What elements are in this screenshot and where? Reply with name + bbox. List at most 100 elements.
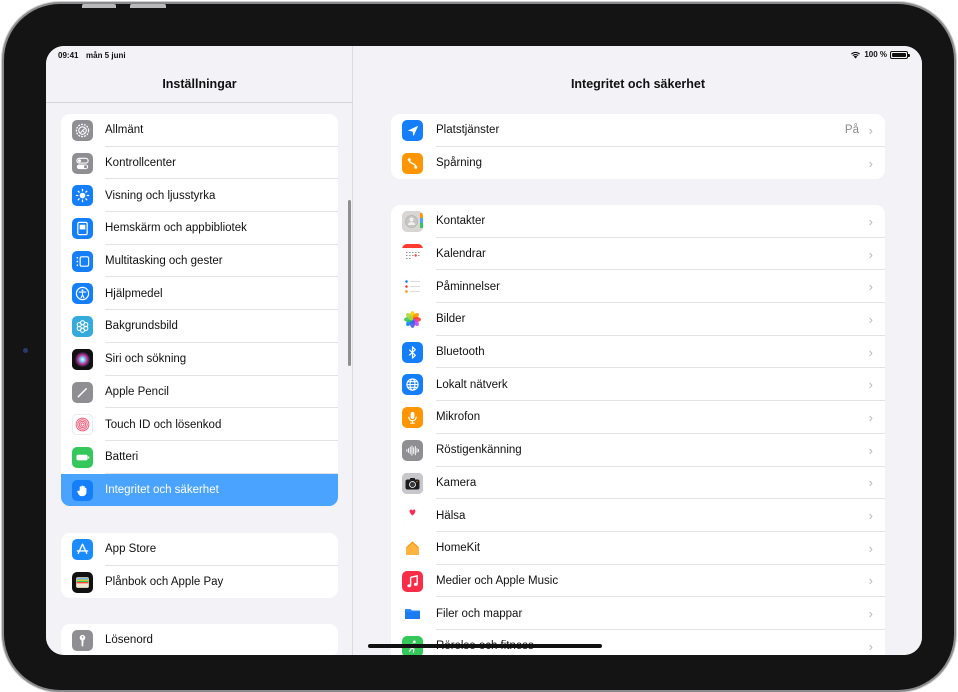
- multitasking-icon: [72, 250, 93, 272]
- detail-pane: 100 % Integritet och säkerhet Platstjäns…: [354, 46, 922, 655]
- ipad-device-frame: 09:41 mån 5 juni Inställningar Allmänt Ko…: [4, 4, 954, 690]
- detail-item-kontakter[interactable]: Kontakter ›: [391, 205, 885, 238]
- detail-item-label: Röstigenkänning: [436, 444, 522, 457]
- detail-item-medier-och-apple-music[interactable]: Medier och Apple Music ›: [391, 565, 885, 598]
- sidebar-item-label: Bakgrundsbild: [105, 320, 178, 333]
- fingerprint-icon: [72, 414, 93, 436]
- volume-up-button: [82, 4, 116, 8]
- house-icon: [402, 537, 423, 559]
- sidebar-item-label: Visning och ljusstyrka: [105, 189, 216, 202]
- sidebar-item-multitasking-och-gester[interactable]: Multitasking och gester: [61, 245, 338, 278]
- detail-group-location: Platstjänster På › Spårning ›: [391, 114, 885, 180]
- sidebar-item-label: Batteri: [105, 451, 139, 464]
- detail-item-label: Medier och Apple Music: [436, 574, 559, 587]
- sidebar-item-hemskarm-och-appbibliotek[interactable]: Hemskärm och appbibliotek: [61, 212, 338, 245]
- detail-item-kamera[interactable]: Kamera ›: [391, 467, 885, 500]
- sidebar-item-apple-pencil[interactable]: Apple Pencil: [61, 376, 338, 409]
- home-indicator[interactable]: [368, 644, 602, 648]
- status-time: 09:41: [58, 51, 79, 60]
- sidebar-item-app-store[interactable]: App Store: [61, 533, 338, 566]
- toggles-icon: [72, 152, 93, 174]
- detail-item-label: Kontakter: [436, 215, 486, 228]
- sidebar-item-label: Lösenord: [105, 634, 153, 647]
- sidebar-item-kontrollcenter[interactable]: Kontrollcenter: [61, 147, 338, 180]
- waveform-icon: [402, 439, 423, 461]
- folder-icon: [402, 603, 423, 625]
- sidebar-item-hjalpmedel[interactable]: Hjälpmedel: [61, 277, 338, 311]
- detail-item-label: Hälsa: [436, 509, 466, 522]
- detail-item-label: Filer och mappar: [436, 607, 523, 620]
- sidebar-item-batteri[interactable]: Batteri: [61, 441, 338, 474]
- detail-item-rostigenkanning[interactable]: Röstigenkänning ›: [391, 434, 885, 467]
- sidebar-item-siri-och-sokning[interactable]: Siri och sökning: [61, 343, 338, 376]
- wifi-icon: [850, 51, 861, 59]
- detail-group-permissions: Kontakter › Kalendrar › Påminnelser › Bilder › B…: [391, 205, 885, 655]
- camera-icon: [402, 472, 423, 494]
- sidebar-title: Inställningar: [162, 77, 237, 91]
- chevron-right-icon: ›: [868, 377, 873, 393]
- sidebar-item-losenord[interactable]: Lösenord: [61, 624, 338, 655]
- detail-item-sparning[interactable]: Spårning ›: [391, 147, 885, 180]
- detail-item-label: Spårning: [436, 157, 483, 170]
- battery-icon: [72, 446, 93, 468]
- detail-item-filer-och-mappar[interactable]: Filer och mappar ›: [391, 597, 885, 630]
- sidebar-group-passwords: Lösenord: [61, 624, 338, 655]
- heart-icon: [402, 505, 423, 527]
- sidebar-item-visning-och-ljusstyrka[interactable]: Visning och ljusstyrka: [61, 179, 338, 213]
- contacts-icon: [402, 211, 423, 232]
- sidebar-item-label: Touch ID och lösenkod: [105, 418, 222, 431]
- battery-percentage: 100 %: [864, 50, 887, 59]
- calendar-icon: [402, 243, 423, 265]
- detail-item-paminnelser[interactable]: Påminnelser ›: [391, 270, 885, 304]
- sidebar-item-touch-id-och-losenkod[interactable]: Touch ID och lösenkod: [61, 408, 338, 441]
- key-icon: [72, 630, 93, 651]
- microphone-icon: [402, 407, 423, 429]
- front-camera: [23, 348, 28, 353]
- detail-item-mikrofon[interactable]: Mikrofon ›: [391, 401, 885, 434]
- chevron-right-icon: ›: [868, 606, 873, 622]
- detail-item-homekit[interactable]: HomeKit ›: [391, 532, 885, 565]
- battery-icon: [890, 50, 910, 59]
- detail-item-rorelse-och-fitness[interactable]: Rörelse och fitness›: [391, 630, 885, 655]
- app-store-icon: [72, 539, 93, 560]
- sidebar-item-label: Plånbok och Apple Pay: [105, 576, 224, 589]
- sidebar-item-bakgrundsbild[interactable]: Bakgrundsbild: [61, 310, 338, 343]
- chevron-right-icon: ›: [868, 409, 873, 425]
- music-note-icon: [402, 570, 423, 592]
- sidebar-item-planbok-och-apple-pay[interactable]: Plånbok och Apple Pay: [61, 566, 338, 599]
- sidebar-scrollbar[interactable]: [348, 200, 351, 366]
- detail-item-lokalt-natverk[interactable]: Lokalt nätverk ›: [391, 368, 885, 402]
- detail-item-platstjanster[interactable]: Platstjänster På ›: [391, 114, 885, 147]
- sidebar-item-label: Siri och sökning: [105, 353, 187, 366]
- globe-icon: [402, 374, 423, 396]
- detail-title: Integritet och säkerhet: [570, 77, 706, 91]
- detail-item-kalendrar[interactable]: Kalendrar ›: [391, 238, 885, 271]
- sidebar-item-integritet-och-sakerhet[interactable]: Integritet och säkerhet: [61, 473, 338, 507]
- detail-item-bilder[interactable]: Bilder ›: [391, 303, 885, 336]
- sidebar-item-label: Integritet och säkerhet: [105, 483, 219, 496]
- sidebar-group-system: Allmänt Kontrollcenter Visning och ljussty…: [61, 114, 338, 507]
- sidebar-item-label: Kontrollcenter: [105, 157, 176, 170]
- sidebar-item-label: App Store: [105, 543, 157, 556]
- reminders-icon: [402, 276, 423, 298]
- hand-icon: [72, 479, 93, 501]
- detail-item-label: Lokalt nätverk: [436, 378, 508, 391]
- status-date: mån 5 juni: [86, 51, 126, 60]
- chevron-right-icon: ›: [868, 540, 873, 556]
- chevron-right-icon: ›: [868, 344, 873, 360]
- chevron-right-icon: ›: [868, 508, 873, 524]
- accessibility-icon: [72, 283, 93, 305]
- chevron-right-icon: ›: [868, 573, 873, 589]
- sidebar-item-label: Allmänt: [105, 124, 144, 137]
- detail-item-label: Kamera: [436, 476, 477, 489]
- chevron-right-icon: ›: [868, 246, 873, 262]
- detail-item-bluetooth[interactable]: Bluetooth ›: [391, 336, 885, 369]
- setting-value: På: [844, 124, 859, 137]
- sidebar-item-allmant[interactable]: Allmänt: [61, 114, 338, 147]
- chevron-right-icon: ›: [868, 311, 873, 327]
- sidebar-item-label: Hjälpmedel: [105, 287, 163, 300]
- sidebar-item-label: Apple Pencil: [105, 385, 169, 398]
- sidebar-item-label: Hemskärm och appbibliotek: [105, 222, 247, 235]
- detail-item-label: HomeKit: [436, 542, 481, 555]
- detail-item-halsa[interactable]: Hälsa ›: [391, 499, 885, 532]
